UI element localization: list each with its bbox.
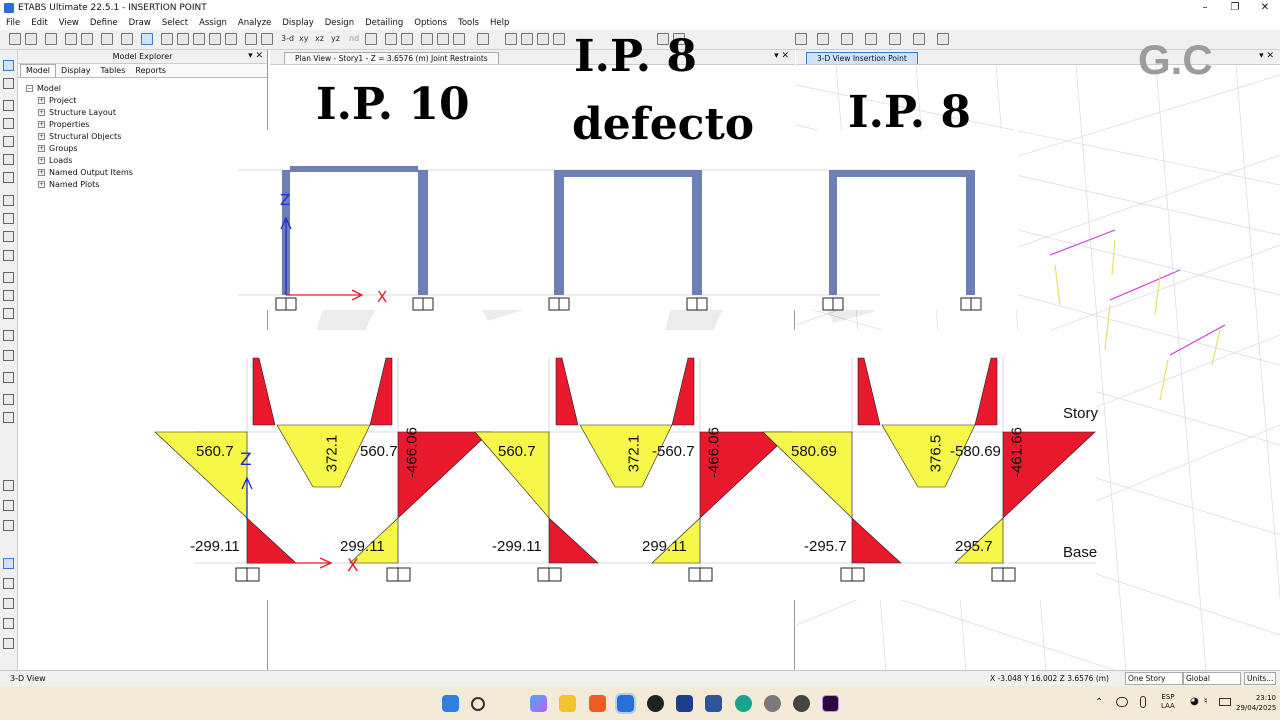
status-view-label: 3-D View (10, 674, 46, 683)
units-button[interactable]: Units... (1244, 672, 1276, 685)
label-ip8-defecto: I.P. 8 (574, 31, 697, 82)
label-defecto: defecto (572, 99, 755, 150)
f3-value-f: 295.7 (955, 538, 993, 555)
tray-lang: ESP (1161, 693, 1175, 701)
label-ip8: I.P. 8 (848, 87, 971, 138)
clock-time: 23:10 (1255, 694, 1276, 702)
story-select[interactable]: One Story (1125, 672, 1183, 685)
clock-date: 29/04/2025 (1236, 704, 1277, 712)
cloud-icon[interactable] (1116, 697, 1128, 707)
f2-moment-left-top (555, 357, 579, 426)
f1-value-b: 372.1 (323, 434, 341, 473)
axis-z-label: Z (280, 191, 291, 209)
revit-icon[interactable] (676, 695, 693, 712)
f2-value-d: -466.06 (705, 427, 723, 478)
file-explorer-icon[interactable] (559, 695, 576, 712)
tray-layout: LAA (1161, 702, 1175, 710)
axis-x-label-2: X (347, 556, 359, 576)
f3-moment-left-top (857, 357, 881, 426)
base-label: Base (1063, 544, 1098, 561)
label-ip10: I.P. 10 (316, 79, 470, 130)
windows-taskbar: ⌃ ESP LAA ◕ ♮ 23:10 29/04/2025 (0, 686, 1280, 720)
windows-start-icon[interactable] (442, 695, 459, 712)
f1-moment-col1-lower (246, 517, 297, 564)
f2-value-a: 560.7 (498, 443, 536, 460)
settings-icon[interactable] (764, 695, 781, 712)
f1-value-d: -466.06 (403, 427, 421, 478)
f3-value-a: 580.69 (791, 443, 837, 460)
f2-value-c: -560.7 (652, 443, 695, 460)
story-label: Story (1063, 405, 1099, 422)
brave-icon[interactable] (589, 695, 606, 712)
f2-value-f: 299.11 (642, 538, 687, 555)
frame2-right-column (692, 170, 702, 295)
battery-icon[interactable] (1219, 698, 1231, 706)
coord-system-value: Global (1186, 674, 1210, 683)
frame2-left-column (554, 170, 564, 295)
frame1-beam (290, 166, 418, 172)
obs-icon[interactable] (647, 695, 664, 712)
f2-moment-col1-lower (548, 517, 599, 564)
wifi-icon[interactable]: ◕ (1190, 696, 1199, 707)
f3-moment-right-top (974, 357, 998, 426)
status-coordinates: X -3.048 Y 16.002 Z 3.6576 (m) (990, 674, 1109, 683)
f1-moment-right-top (369, 357, 393, 426)
axis-x-label: X (377, 288, 388, 306)
f3-moment-col1-lower (851, 517, 902, 564)
frame2-beam (554, 170, 702, 177)
clock[interactable]: 23:10 29/04/2025 (1236, 693, 1276, 713)
tray-chevron-icon[interactable]: ⌃ (1095, 697, 1103, 708)
f3-value-b: 376.5 (927, 434, 945, 473)
f1-value-a: 560.7 (196, 443, 234, 460)
f3-value-e: -295.7 (804, 538, 847, 555)
frame1-right-column (418, 170, 428, 295)
f2-value-e: -299.11 (492, 538, 542, 555)
frame3-left-column (829, 170, 837, 295)
volume-icon[interactable]: ♮ (1204, 696, 1208, 707)
story-select-value: One Story (1128, 674, 1166, 683)
premiere-icon[interactable] (822, 695, 839, 712)
mic-icon[interactable] (1140, 696, 1146, 708)
model-3d-sketch (1049, 229, 1226, 401)
coord-system-select[interactable]: Global (1183, 672, 1241, 685)
word-icon[interactable] (705, 695, 722, 712)
f3-value-d: -461.66 (1008, 427, 1026, 478)
x-axis-arrow-icon (286, 289, 364, 301)
headset-icon[interactable] (793, 695, 810, 712)
f1-value-f: 299.11 (340, 538, 385, 555)
search-icon[interactable] (471, 697, 485, 711)
axis-z-label-2: Z (240, 450, 252, 470)
f1-value-e: -299.11 (190, 538, 240, 555)
etabs-taskbar-icon[interactable] (615, 693, 636, 714)
frame3-beam (829, 170, 975, 177)
f1-value-c: 560.7 (360, 443, 398, 460)
keyboard-layout[interactable]: ESP LAA (1161, 693, 1175, 711)
edge-icon[interactable] (735, 695, 752, 712)
frame3-right-column (966, 170, 975, 295)
f2-moment-right-top (671, 357, 695, 426)
f1-moment-left-top (252, 357, 276, 426)
copilot-icon[interactable] (530, 695, 547, 712)
f3-value-c: -580.69 (950, 443, 1001, 460)
f2-value-b: 372.1 (625, 434, 643, 473)
status-bar: 3-D View X -3.048 Y 16.002 Z 3.6576 (m) … (0, 670, 1280, 686)
app-window: ETABS Ultimate 22.5.1 - INSERTION POINT … (0, 0, 1280, 720)
